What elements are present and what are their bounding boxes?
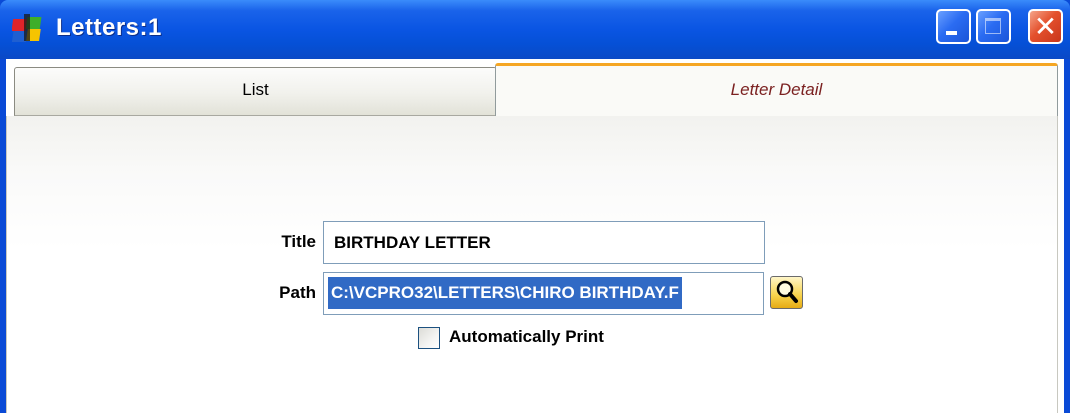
app-logo-icon bbox=[12, 14, 42, 42]
close-button[interactable]: ✕ bbox=[1028, 9, 1063, 44]
letter-detail-panel bbox=[6, 116, 1058, 413]
maximize-icon bbox=[985, 18, 1001, 34]
title-label: Title bbox=[281, 232, 316, 251]
magnifier-icon bbox=[776, 280, 798, 303]
title-input[interactable]: BIRTHDAY LETTER bbox=[323, 221, 765, 264]
path-input[interactable]: C:\VCPRO32\LETTERS\CHIRO BIRTHDAY.F bbox=[323, 272, 764, 315]
tab-letter-detail-label: Letter Detail bbox=[730, 80, 823, 99]
path-label: Path bbox=[279, 283, 316, 302]
tab-list-label: List bbox=[242, 80, 269, 99]
window-client-area: List Letter Detail Title BIRTHDAY LETTER… bbox=[6, 59, 1064, 413]
title-bar[interactable]: Letters:1 ✕ bbox=[0, 0, 1070, 59]
window-title: Letters:1 bbox=[56, 14, 162, 41]
tab-letter-detail[interactable]: Letter Detail bbox=[495, 63, 1058, 117]
letters-window: Letters:1 ✕ List Letter Detail Title BIR… bbox=[0, 0, 1070, 413]
minimize-icon bbox=[946, 31, 957, 35]
path-input-selected-value: C:\VCPRO32\LETTERS\CHIRO BIRTHDAY.F bbox=[328, 277, 682, 309]
close-icon: ✕ bbox=[1033, 10, 1058, 43]
automatically-print-checkbox[interactable] bbox=[418, 327, 440, 349]
maximize-button[interactable] bbox=[976, 9, 1011, 44]
automatically-print-label[interactable]: Automatically Print bbox=[449, 325, 604, 349]
tab-list[interactable]: List bbox=[14, 67, 497, 116]
minimize-button[interactable] bbox=[936, 9, 971, 44]
browse-path-button[interactable] bbox=[770, 276, 803, 309]
title-input-value: BIRTHDAY LETTER bbox=[334, 233, 491, 252]
